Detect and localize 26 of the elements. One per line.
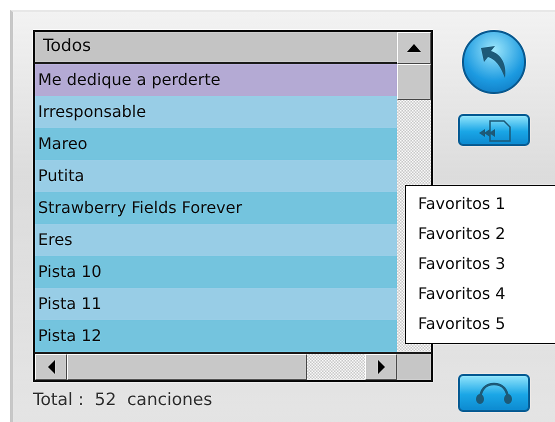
song-row[interactable]: Eres — [35, 224, 397, 256]
card-button[interactable] — [458, 114, 530, 146]
menu-item[interactable]: Favoritos 3 — [406, 249, 555, 279]
song-row[interactable]: Mareo — [35, 128, 397, 160]
right-arrow-icon — [378, 360, 384, 374]
song-row[interactable]: Irresponsable — [35, 96, 397, 128]
menu-item[interactable]: Favoritos 5 — [406, 309, 555, 339]
scroll-thumb[interactable] — [67, 354, 307, 380]
headphones-icon — [474, 381, 514, 405]
menu-item[interactable]: Favoritos 4 — [406, 279, 555, 309]
up-arrow-icon — [407, 44, 421, 52]
song-row[interactable]: Me dedique a perderte — [35, 64, 397, 96]
left-arrow-icon — [48, 360, 54, 374]
song-row[interactable]: Pista 11 — [35, 288, 397, 320]
scroll-thumb[interactable] — [397, 64, 431, 100]
status-text: Total : 52 canciones — [33, 389, 214, 410]
menu-item[interactable]: Favoritos 1 — [406, 189, 555, 219]
headphones-button[interactable] — [458, 374, 530, 412]
scroll-up-button[interactable] — [397, 32, 431, 64]
song-row[interactable]: Pista 12 — [35, 320, 397, 352]
scroll-left-button[interactable] — [35, 354, 67, 380]
song-row[interactable]: Pista 10 — [35, 256, 397, 288]
scroll-right-button[interactable] — [365, 354, 397, 380]
song-row[interactable]: Putita — [35, 160, 397, 192]
menu-item[interactable]: Favoritos 2 — [406, 219, 555, 249]
song-row[interactable]: Strawberry Fields Forever — [35, 192, 397, 224]
